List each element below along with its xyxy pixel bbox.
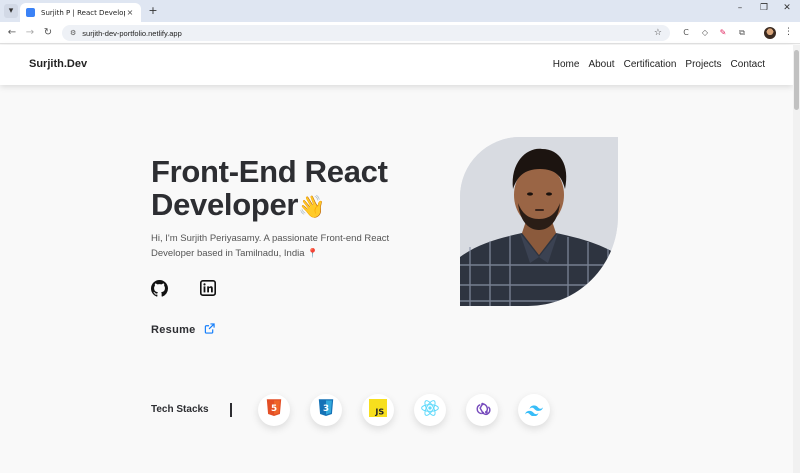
hero-title: Front-End React Developer👋: [151, 155, 388, 223]
favicon-icon: [26, 8, 35, 17]
nav-projects[interactable]: Projects: [685, 59, 721, 70]
javascript-icon: JS: [369, 399, 387, 421]
brand-logo[interactable]: Surjith.Dev: [29, 58, 87, 70]
redux-icon: [473, 399, 492, 422]
browser-tab[interactable]: Surjith P | React Developer ×: [20, 3, 141, 22]
css3-badge: 3: [323, 404, 329, 414]
tech-css3: 3: [310, 394, 342, 426]
tech-tailwind: [518, 394, 550, 426]
linkedin-icon[interactable]: [200, 280, 217, 297]
tech-redux: [466, 394, 498, 426]
tailwind-icon: [525, 401, 543, 420]
css3-icon: 3: [318, 399, 334, 421]
tech-divider: [230, 403, 232, 417]
browser-tab-bar: ▾ Surjith P | React Developer × + – ❐ ✕: [0, 0, 800, 22]
browser-toolbar: ← → ↻ ⚙ surjith-dev-portfolio.netlify.ap…: [0, 22, 800, 44]
waving-hand-icon: 👋: [298, 194, 326, 220]
resume-label[interactable]: Resume: [151, 324, 196, 336]
extension-icon[interactable]: ✎: [717, 27, 729, 39]
tab-list-button[interactable]: ▾: [4, 4, 18, 18]
react-icon: [420, 398, 440, 422]
forward-icon[interactable]: →: [22, 25, 38, 41]
profile-photo-illustration: [460, 137, 618, 306]
close-window-button[interactable]: ✕: [778, 3, 796, 13]
site-info-icon[interactable]: ⚙: [70, 29, 76, 37]
extensions-puzzle-icon[interactable]: ⧉: [736, 27, 748, 39]
tech-html5: 5: [258, 394, 290, 426]
reload-icon[interactable]: ↻: [40, 25, 56, 41]
address-bar[interactable]: ⚙ surjith-dev-portfolio.netlify.app ☆: [62, 25, 670, 41]
nav-contact[interactable]: Contact: [731, 59, 765, 70]
hero-title-line2: Developer: [151, 187, 299, 222]
tech-javascript: JS: [362, 394, 394, 426]
tech-react: [414, 394, 446, 426]
nav-home[interactable]: Home: [553, 59, 580, 70]
location-pin-icon: 📍: [307, 248, 319, 258]
back-icon[interactable]: ←: [4, 25, 20, 41]
new-tab-button[interactable]: +: [146, 4, 160, 18]
extension-icon[interactable]: ◇: [699, 27, 711, 39]
page-scrollbar[interactable]: [793, 45, 800, 473]
tab-title: Surjith P | React Developer: [41, 8, 125, 17]
minimize-button[interactable]: –: [731, 3, 749, 13]
html5-icon: 5: [266, 399, 282, 421]
hero-title-line1: Front-End React: [151, 154, 388, 189]
profile-avatar[interactable]: [764, 27, 776, 39]
tech-stacks-label: Tech Stacks: [151, 404, 209, 415]
url-text[interactable]: surjith-dev-portfolio.netlify.app: [82, 29, 654, 38]
hero-description: Hi, I'm Surjith Periyasamy. A passionate…: [151, 232, 431, 261]
javascript-badge: JS: [374, 406, 384, 416]
nav-certification[interactable]: Certification: [624, 59, 677, 70]
browser-menu-icon[interactable]: ⋮: [784, 27, 793, 37]
bookmark-star-icon[interactable]: ☆: [654, 28, 662, 38]
resume-link[interactable]: Resume: [151, 323, 215, 337]
github-icon[interactable]: [151, 280, 168, 297]
html5-badge: 5: [271, 404, 277, 414]
scrollbar-thumb[interactable]: [794, 50, 799, 110]
extension-icon[interactable]: C: [680, 27, 692, 39]
hero-description-text: Hi, I'm Surjith Periyasamy. A passionate…: [151, 233, 390, 259]
main-nav: Home About Certification Projects Contac…: [553, 59, 765, 70]
restore-button[interactable]: ❐: [755, 3, 773, 13]
profile-photo: [460, 137, 618, 306]
tab-close-button[interactable]: ×: [125, 8, 135, 17]
external-link-icon[interactable]: [204, 323, 215, 337]
site-header: Surjith.Dev Home About Certification Pro…: [0, 45, 793, 85]
nav-about[interactable]: About: [588, 59, 614, 70]
